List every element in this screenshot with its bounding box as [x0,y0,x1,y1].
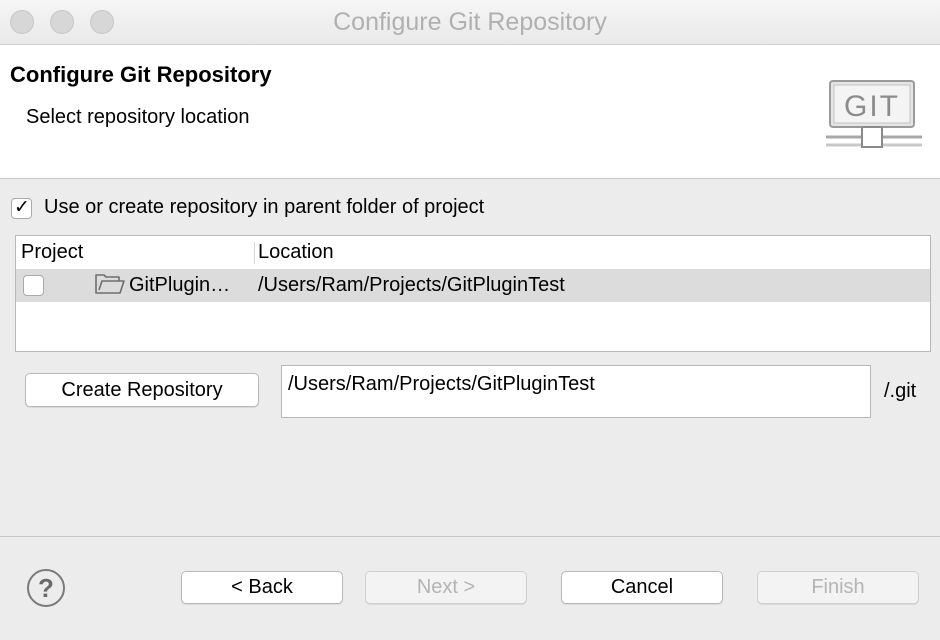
project-location-cell: /Users/Ram/Projects/GitPluginTest [258,274,565,296]
project-table[interactable]: Project Location GitPlugin… /Users/Ram/P… [15,235,931,352]
use-parent-folder-checkbox[interactable]: ✓ [11,197,32,219]
help-button[interactable]: ? [27,569,65,607]
git-logo-text: GIT [844,90,900,123]
check-icon: ✓ [14,197,30,218]
page-subtitle: Select repository location [26,106,250,128]
project-name-cell: GitPlugin… [129,274,231,296]
column-header-project[interactable]: Project [21,241,83,264]
footer-divider [0,536,940,537]
finish-button[interactable]: Finish [757,571,919,604]
window-title: Configure Git Repository [333,8,607,36]
next-button[interactable]: Next > [365,571,527,604]
create-repository-button[interactable]: Create Repository [25,373,259,407]
page-title: Configure Git Repository [10,62,272,87]
repository-path-input[interactable]: /Users/Ram/Projects/GitPluginTest [281,365,871,418]
project-row-checkbox[interactable] [23,275,44,296]
use-parent-folder-label: Use or create repository in parent folde… [44,196,485,218]
cancel-button[interactable]: Cancel [561,571,723,604]
folder-icon [95,274,125,294]
column-divider[interactable] [254,242,255,264]
git-suffix-label: /.git [884,380,917,402]
git-logo-icon: GIT [826,80,922,148]
column-header-location[interactable]: Location [258,241,334,264]
title-bar: Configure Git Repository [0,0,940,45]
wizard-banner: Configure Git Repository Select reposito… [0,45,940,179]
back-button[interactable]: < Back [181,571,343,604]
